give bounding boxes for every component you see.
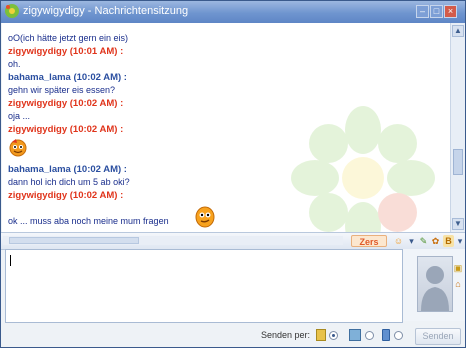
maximize-button[interactable]: □ <box>430 5 443 18</box>
chevron-down-icon[interactable]: ▾ <box>406 235 417 247</box>
minimize-button[interactable]: – <box>416 5 429 18</box>
bold-button[interactable]: B <box>443 235 454 247</box>
window-title: zigywigydigy - Nachrichtensitzung <box>23 5 189 17</box>
thinking-emoticon-icon <box>195 206 215 228</box>
chat-message: gehn wir später eis essen? <box>8 85 116 95</box>
chat-sender: zigywigydigy (10:02 AM) : <box>8 124 124 135</box>
messenger-mode-radio[interactable] <box>329 331 338 340</box>
chat-message: dann hol ich dich um 5 ab oki? <box>8 177 130 187</box>
smiley-emoticon-icon <box>9 139 27 157</box>
title-bar[interactable]: zigywigydigy - Nachrichtensitzung – □ × <box>1 1 465 23</box>
icq-flower-watermark <box>291 106 435 232</box>
chat-sender: zigywigydigy (10:02 AM) : <box>8 190 124 201</box>
scroll-down-button[interactable]: ▼ <box>452 218 464 230</box>
scroll-up-button[interactable]: ▲ <box>452 25 464 37</box>
zers-button[interactable]: Zers <box>351 235 387 247</box>
messenger-mode-icon <box>316 329 326 341</box>
text-caret <box>10 255 11 266</box>
avatar-panel: ▣ ⌂ <box>403 249 465 321</box>
scroll-thumb[interactable] <box>453 149 463 175</box>
chat-message: oh. <box>8 59 21 69</box>
nudge-icon[interactable]: ✎ <box>418 235 429 247</box>
phone-mode-radio[interactable] <box>394 331 403 340</box>
history-scrollbar[interactable]: ▲ ▼ <box>450 23 465 232</box>
message-input[interactable] <box>5 249 403 323</box>
bold-label: B <box>445 236 452 246</box>
icq-flower-icon <box>5 4 19 18</box>
emoticon-icon[interactable]: ☺ <box>393 235 404 247</box>
chat-history[interactable]: oO(ich hätte jetzt gern ein eis) zigywig… <box>2 23 450 232</box>
chat-message: oO(ich hätte jetzt gern ein eis) <box>8 33 129 43</box>
avatar[interactable] <box>417 256 453 312</box>
horizontal-scroll-thumb[interactable] <box>9 237 139 244</box>
send-button[interactable]: Senden <box>415 328 461 345</box>
sms-mode-radio[interactable] <box>365 331 374 340</box>
zers-label: Zers <box>359 237 379 247</box>
sms-mode-icon <box>349 329 361 341</box>
silhouette-icon <box>421 266 449 311</box>
palette-icon[interactable]: ✿ <box>430 235 441 247</box>
bottom-bar: Senden per: Senden <box>1 323 465 347</box>
format-chevron-down-icon[interactable]: ▾ <box>456 235 464 247</box>
phone-mode-icon <box>382 329 390 341</box>
chat-sender: zigywigydigy (10:02 AM) : <box>8 98 124 109</box>
chat-message: ok ... muss aba noch meine mum fragen <box>8 216 169 226</box>
chat-sender: zigywigydigy (10:01 AM) : <box>8 46 124 57</box>
message-toolbar: Zers ☺ ▾ ✎ ✿ B ▾ <box>1 232 465 250</box>
chat-sender: bahama_lama (10:02 AM) : <box>8 164 127 175</box>
folder-icon[interactable]: ▣ <box>453 263 463 274</box>
home-icon[interactable]: ⌂ <box>453 279 463 290</box>
chat-window: zigywigydigy - Nachrichtensitzung – □ × … <box>0 0 466 348</box>
close-button[interactable]: × <box>444 5 457 18</box>
send-per-label: Senden per: <box>261 330 311 340</box>
chat-message: oja ... <box>8 111 31 121</box>
chat-sender: bahama_lama (10:02 AM) : <box>8 72 127 83</box>
